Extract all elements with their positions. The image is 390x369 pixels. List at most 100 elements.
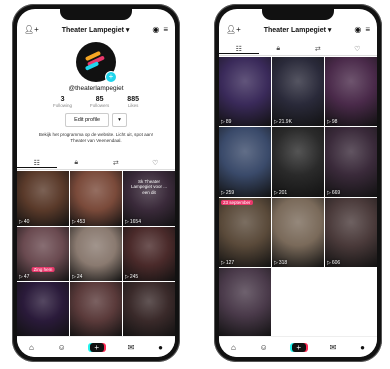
view-count-value: 98: [331, 119, 338, 126]
profile-header: 👤︎+ Theater Lampegiet ▾ ◉ ≡: [219, 22, 377, 38]
eye-icon[interactable]: ◉: [354, 26, 361, 34]
tab-liked[interactable]: ♡: [136, 159, 176, 167]
video-thumbnail[interactable]: [17, 282, 69, 337]
play-icon: ▷: [221, 119, 225, 126]
inbox-icon: ✉: [127, 342, 135, 352]
view-count: ▷ 669: [327, 190, 340, 196]
stat-likes[interactable]: 885 Likes: [127, 96, 139, 108]
video-thumbnail[interactable]: [70, 282, 122, 337]
video-caption: Zing hem: [31, 267, 55, 273]
view-count-value: 318: [278, 259, 288, 266]
add-user-icon[interactable]: 👤︎+: [226, 26, 241, 34]
play-icon: ▷: [221, 259, 225, 266]
profile-title[interactable]: Theater Lampegiet ▾: [264, 26, 332, 34]
stat-followers[interactable]: 85 Followers: [90, 96, 109, 108]
nav-create[interactable]: +: [89, 342, 104, 352]
view-count: ▷ 89: [221, 119, 231, 125]
bottom-nav: ⌂ ☺ + ✉ ●: [219, 336, 377, 357]
avatar[interactable]: +: [76, 42, 117, 83]
video-thumbnail[interactable]: 23 september ▷ 127: [219, 197, 271, 267]
bottom-nav: ⌂ ☺ + ✉ ●: [17, 336, 175, 357]
nav-friends[interactable]: ☺: [260, 343, 268, 352]
video-thumbnail[interactable]: ▷ 606: [325, 197, 377, 267]
nav-inbox[interactable]: ✉: [128, 343, 135, 352]
view-count-value: 606: [331, 259, 341, 266]
tab-private[interactable]: 🔒︎: [57, 159, 97, 167]
play-icon: ▷: [125, 274, 129, 281]
view-count: ▷ 24: [72, 274, 82, 280]
eye-icon[interactable]: ◉: [152, 26, 159, 34]
tab-videos[interactable]: ☷: [17, 159, 57, 168]
play-icon: ▷: [19, 218, 23, 225]
nav-create[interactable]: +: [291, 342, 306, 352]
add-avatar-icon[interactable]: +: [105, 71, 117, 83]
edit-profile-button[interactable]: Edit profile: [65, 113, 110, 127]
profile-tabs: ☷ 🔒︎ ⇄ ♡: [17, 157, 175, 170]
add-user-icon[interactable]: 👤︎+: [24, 26, 39, 34]
tab-liked[interactable]: ♡: [338, 45, 378, 53]
home-icon: ⌂: [230, 342, 236, 352]
video-thumbnail[interactable]: ▷ 24: [70, 226, 122, 282]
view-count-value: 47: [23, 274, 30, 281]
video-thumbnail[interactable]: [123, 282, 175, 337]
tab-reposts[interactable]: ⇄: [298, 45, 338, 53]
profile-icon: ●: [158, 342, 163, 352]
play-icon: ▷: [125, 218, 129, 225]
view-count-value: 21.9K: [278, 119, 292, 126]
logo-mark: [84, 50, 107, 72]
video-thumbnail[interactable]: ▷ 98: [325, 57, 377, 127]
video-thumbnail[interactable]: ▷ 245: [123, 226, 175, 282]
view-count: ▷ 453: [72, 219, 85, 225]
view-count-value: 1654: [129, 218, 141, 225]
play-icon: ▷: [221, 189, 225, 196]
nav-inbox[interactable]: ✉: [330, 343, 337, 352]
view-count: ▷ 201: [274, 190, 287, 196]
video-thumbnail[interactable]: ▷ 669: [325, 127, 377, 197]
profile-section: + @theaterlampegiet 3 Following 85 Followe…: [17, 42, 175, 144]
overlay-text: Sk Theater Lampegiet voor ... een dit: [130, 179, 168, 195]
nav-friends[interactable]: ☺: [58, 343, 66, 352]
dropdown-button[interactable]: ▾: [112, 113, 127, 127]
video-thumbnail[interactable]: ▷ 259: [219, 127, 271, 197]
profile-icon: ●: [360, 342, 365, 352]
left-phone: 👤︎+ Theater Lampegiet ▾ ◉ ≡ + @theaterla…: [12, 4, 180, 362]
tab-private[interactable]: 🔒︎: [259, 45, 299, 53]
view-count: ▷ 21.9K: [274, 119, 292, 125]
notch: [60, 9, 132, 20]
nav-profile[interactable]: ●: [360, 343, 365, 352]
stat-following[interactable]: 3 Following: [53, 96, 72, 108]
video-thumbnail[interactable]: [219, 267, 271, 337]
view-count: ▷ 245: [125, 274, 138, 280]
home-icon: ⌂: [28, 342, 34, 352]
profile-stats: 3 Following 85 Followers 885 Likes: [17, 96, 175, 108]
play-icon: ▷: [19, 274, 23, 281]
video-thumbnail[interactable]: ▷ 89: [219, 57, 271, 127]
view-count-value: 669: [331, 189, 341, 196]
video-thumbnail[interactable]: ▷ 201: [272, 127, 324, 197]
video-thumbnail[interactable]: ▷ 318: [272, 197, 324, 267]
video-grid: ▷ 89 ▷ 21.9K ▷ 98 ▷ 259 ▷ 201 ▷ 669 23 september ▷ 127…: [219, 57, 377, 337]
profile-bio: Bekijk het programma op de website. Lich…: [38, 132, 154, 143]
profile-handle: @theaterlampegiet: [68, 85, 124, 92]
profile-title[interactable]: Theater Lampegiet ▾: [62, 26, 130, 34]
video-thumbnail[interactable]: Zing hem ▷ 47: [17, 226, 69, 282]
nav-home[interactable]: ⌂: [231, 343, 236, 352]
nav-profile[interactable]: ●: [158, 343, 163, 352]
left-screen: 👤︎+ Theater Lampegiet ▾ ◉ ≡ + @theaterla…: [17, 9, 175, 357]
view-count-value: 89: [225, 119, 232, 126]
tab-reposts[interactable]: ⇄: [96, 159, 136, 167]
view-count: ▷ 606: [327, 260, 340, 266]
nav-home[interactable]: ⌂: [29, 343, 34, 352]
video-thumbnail[interactable]: ▷ 21.9K: [272, 57, 324, 127]
video-thumbnail[interactable]: ▷ 40: [17, 171, 69, 226]
view-count-value: 453: [76, 218, 86, 225]
menu-icon[interactable]: ≡: [163, 26, 168, 34]
menu-icon[interactable]: ≡: [365, 26, 370, 34]
right-phone: 👤︎+ Theater Lampegiet ▾ ◉ ≡ ☷ 🔒︎ ⇄ ♡ ▷ 89…: [214, 4, 382, 362]
play-icon: ▷: [274, 259, 278, 266]
video-thumbnail[interactable]: Sk Theater Lampegiet voor ... een dit ▷ 16…: [123, 171, 175, 226]
profile-header: 👤︎+ Theater Lampegiet ▾ ◉ ≡: [17, 22, 175, 38]
video-thumbnail[interactable]: ▷ 453: [70, 171, 122, 226]
create-icon: +: [89, 342, 104, 352]
tab-videos[interactable]: ☷: [219, 45, 259, 54]
